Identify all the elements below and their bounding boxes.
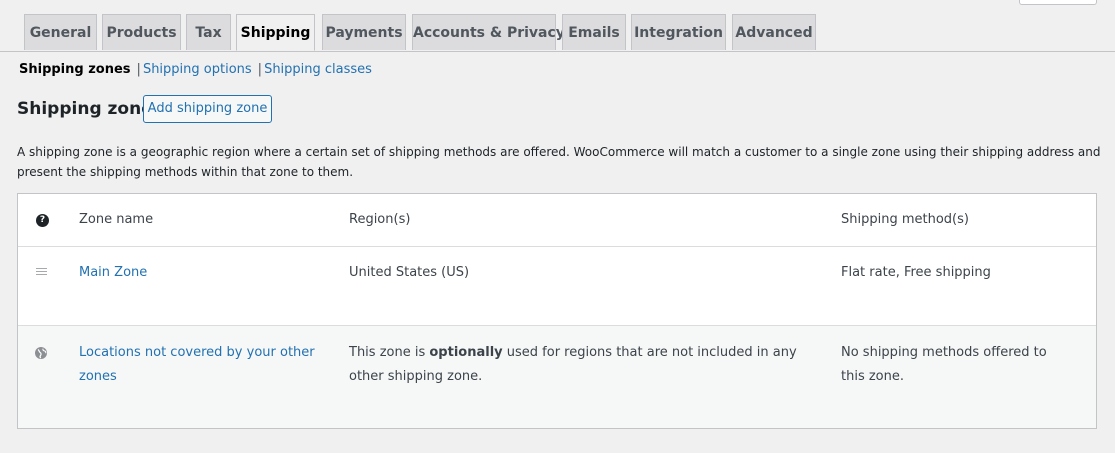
tab-advanced[interactable]: Advanced xyxy=(732,14,816,50)
settings-tabs: General Products Tax Shipping Payments A… xyxy=(0,14,1115,52)
subnav-shipping-classes[interactable]: Shipping classes xyxy=(264,62,372,77)
rest-of-world-regions-text: This zone is xyxy=(349,345,430,360)
table-row-rest-of-world: Locations not covered by your other zone… xyxy=(18,326,1096,428)
drag-handle-icon[interactable] xyxy=(36,268,47,276)
tab-shipping[interactable]: Shipping xyxy=(236,14,315,51)
rest-of-world-regions: This zone is optionally used for regions… xyxy=(349,341,819,389)
rest-of-world-shipping-methods: No shipping methods offered to this zone… xyxy=(841,345,1047,384)
zone-shipping-methods: Flat rate, Free shipping xyxy=(841,265,991,280)
tab-products[interactable]: Products xyxy=(102,14,181,50)
tab-integration[interactable]: Integration xyxy=(631,14,726,50)
column-header-zone-name: Zone name xyxy=(79,212,154,227)
column-header-regions: Region(s) xyxy=(349,212,411,227)
optionally-emphasis: optionally xyxy=(429,345,503,360)
subnav-separator: | xyxy=(136,62,141,77)
tab-payments[interactable]: Payments xyxy=(322,14,406,50)
page-title: Shipping zones xyxy=(17,99,163,119)
column-header-shipping-methods: Shipping method(s) xyxy=(841,212,969,227)
globe-icon xyxy=(35,347,47,359)
table-header-row: ? Zone name Region(s) Shipping method(s) xyxy=(18,194,1096,247)
shipping-settings-page: General Products Tax Shipping Payments A… xyxy=(0,0,1115,453)
tab-emails[interactable]: Emails xyxy=(562,14,626,50)
subnav-shipping-options[interactable]: Shipping options xyxy=(143,62,252,77)
subnav-shipping-zones[interactable]: Shipping zones xyxy=(19,62,131,77)
table-row: Main Zone United States (US) Flat rate, … xyxy=(18,247,1096,326)
add-shipping-zone-button[interactable]: Add shipping zone xyxy=(143,95,272,123)
shipping-subnav: Shipping zones | Shipping options | Shipping… xyxy=(19,61,372,79)
subnav-separator: | xyxy=(257,62,263,77)
zone-regions: United States (US) xyxy=(349,265,470,280)
shipping-zones-description: A shipping zone is a geographic region w… xyxy=(17,145,1101,179)
tab-tax[interactable]: Tax xyxy=(186,14,231,50)
tab-general[interactable]: General xyxy=(24,14,97,50)
shipping-zones-table: ? Zone name Region(s) Shipping method(s)… xyxy=(17,193,1097,429)
rest-of-world-zone-link[interactable]: Locations not covered by your other zone… xyxy=(79,345,315,384)
tab-accounts-privacy[interactable]: Accounts & Privacy xyxy=(412,14,565,50)
zone-name-link[interactable]: Main Zone xyxy=(79,265,147,280)
help-icon[interactable]: ? xyxy=(36,214,49,227)
screen-options-toggle[interactable] xyxy=(1019,0,1097,5)
